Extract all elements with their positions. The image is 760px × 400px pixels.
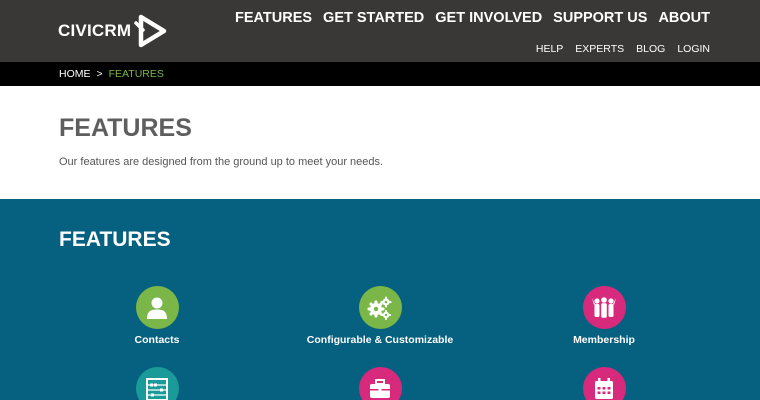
page-title: FEATURES <box>59 114 192 142</box>
feature-label: Configurable & Customizable <box>306 334 454 346</box>
logo-triangle-icon <box>134 14 167 48</box>
site-header: CIVICRM FEATURES GET STARTED GET INVOLVE… <box>0 0 760 62</box>
briefcase-icon <box>358 367 402 400</box>
feature-label: Contacts <box>134 334 180 346</box>
civicrm-logo[interactable]: CIVICRM <box>58 14 167 48</box>
main-nav: FEATURES GET STARTED GET INVOLVED SUPPOR… <box>235 10 710 26</box>
breadcrumb-home[interactable]: HOME <box>59 68 91 80</box>
features-heading: FEATURES <box>59 228 171 251</box>
nav-support-us[interactable]: SUPPORT US <box>553 10 647 26</box>
feature-configurable[interactable]: Configurable & Customizable <box>280 286 480 346</box>
breadcrumb-separator: > <box>96 68 103 80</box>
nav-get-involved[interactable]: GET INVOLVED <box>435 10 542 26</box>
nav-login[interactable]: LOGIN <box>677 43 710 55</box>
group-icon <box>582 286 626 329</box>
page-description: Our features are designed from the groun… <box>59 156 384 168</box>
feature-item[interactable] <box>504 367 704 400</box>
nav-features[interactable]: FEATURES <box>235 10 312 26</box>
breadcrumb-current: FEATURES <box>108 68 164 80</box>
secondary-nav: HELP EXPERTS BLOG LOGIN <box>536 43 710 55</box>
feature-contacts[interactable]: Contacts <box>57 286 257 346</box>
nav-experts[interactable]: EXPERTS <box>575 43 624 55</box>
nav-help[interactable]: HELP <box>536 43 563 55</box>
nav-blog[interactable]: BLOG <box>636 43 665 55</box>
feature-item[interactable] <box>280 367 480 400</box>
feature-label: Membership <box>573 334 635 346</box>
nav-about[interactable]: ABOUT <box>658 10 710 26</box>
abacus-icon <box>135 367 179 400</box>
logo-text: CIVICRM <box>58 21 132 40</box>
gears-icon <box>358 286 402 329</box>
feature-item[interactable] <box>57 367 257 400</box>
breadcrumb: HOME > FEATURES <box>0 62 760 86</box>
features-section: FEATURES Contacts Configurable & Customi… <box>0 199 760 400</box>
person-icon <box>135 286 179 329</box>
nav-get-started[interactable]: GET STARTED <box>323 10 424 26</box>
calendar-icon <box>582 367 626 400</box>
feature-membership[interactable]: Membership <box>504 286 704 346</box>
intro-section: FEATURES Our features are designed from … <box>0 86 760 199</box>
